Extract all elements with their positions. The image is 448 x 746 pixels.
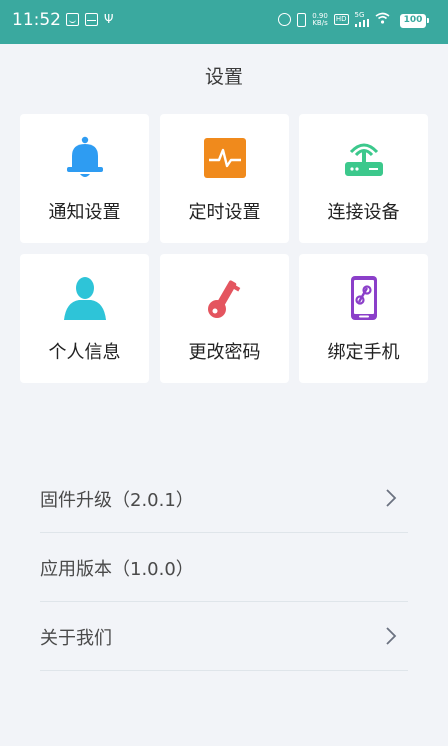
mail-icon (85, 13, 98, 26)
wifi-icon (375, 12, 390, 27)
card-label: 定时设置 (188, 202, 261, 223)
status-time: 11:52 (12, 10, 61, 30)
card-label: 绑定手机 (327, 342, 400, 363)
status-bar: 11:52 Ψ 0.90 KB/s HD 5G 100 (0, 0, 448, 44)
battery-icon: 100 (400, 14, 429, 28)
settings-list: 固件升级（2.0.1） 应用版本（1.0.0） 关于我们 (40, 464, 408, 671)
bind-phone-card[interactable]: 绑定手机 (299, 254, 428, 383)
timer-settings-card[interactable]: 定时设置 (160, 114, 289, 243)
connect-device-card[interactable]: 连接设备 (299, 114, 428, 243)
list-item-label: 应用版本（1.0.0） (40, 559, 194, 580)
list-item-label: 关于我们 (40, 628, 112, 649)
network-type: 5G (354, 11, 365, 19)
firmware-upgrade-row[interactable]: 固件升级（2.0.1） (40, 464, 408, 533)
alarm-icon (278, 13, 292, 26)
vibrate-icon (297, 12, 307, 27)
card-label: 通知设置 (48, 202, 121, 223)
card-label: 更改密码 (188, 342, 261, 363)
net-speed: 0.90 KB/s (312, 12, 328, 27)
phone-link-icon (351, 276, 377, 320)
app-version-row[interactable]: 应用版本（1.0.0） (40, 533, 408, 602)
key-icon (208, 280, 241, 318)
list-item-label: 固件升级（2.0.1） (40, 490, 194, 511)
usb-icon: Ψ (104, 12, 114, 26)
status-left-icons: Ψ (66, 13, 113, 26)
chevron-right-icon (386, 627, 397, 645)
chevron-right-icon (386, 489, 397, 507)
card-label: 个人信息 (48, 342, 121, 363)
settings-grid: 通知设置 定时设置 连接设备 个人信息 更改密码 绑定手机 (20, 114, 429, 384)
router-icon (345, 143, 383, 176)
personal-info-card[interactable]: 个人信息 (20, 254, 149, 383)
net-speed-unit: KB/s (312, 18, 328, 27)
face-icon (66, 13, 79, 26)
signal-icon: 5G (354, 11, 369, 27)
pulse-icon (204, 138, 246, 178)
status-right-icons: 0.90 KB/s HD 5G (278, 12, 390, 27)
page-title: 设置 (204, 66, 243, 88)
change-password-card[interactable]: 更改密码 (160, 254, 289, 383)
card-label: 连接设备 (327, 202, 400, 223)
notification-settings-card[interactable]: 通知设置 (20, 114, 149, 243)
hd-badge: HD (333, 14, 349, 25)
bell-icon (67, 136, 103, 177)
person-icon (64, 277, 106, 320)
about-us-row[interactable]: 关于我们 (40, 602, 408, 671)
